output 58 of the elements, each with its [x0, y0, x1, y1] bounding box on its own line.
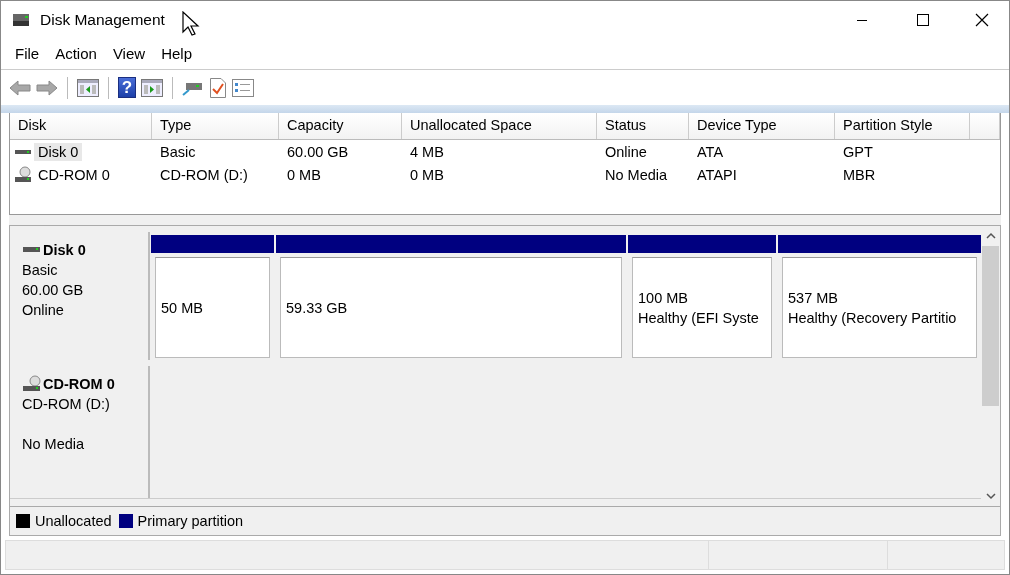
partition-info: 50 MB: [161, 298, 204, 318]
menu-item[interactable]: Action: [47, 45, 105, 62]
table-cell[interactable]: CD-ROM 0: [34, 165, 114, 184]
disk-info: No Media: [22, 435, 86, 454]
mouse-pointer-icon: [181, 10, 200, 37]
table-cell: ATA: [697, 143, 724, 160]
menu-item[interactable]: Help: [153, 45, 200, 62]
table-cell: ATAPI: [697, 166, 737, 183]
partition-box[interactable]: 59.33 GB: [280, 257, 622, 358]
table-cell: Basic: [160, 143, 196, 160]
legend-label: Unallocated: [35, 513, 112, 529]
disk-name: CD-ROM 0: [43, 375, 115, 394]
menu-item[interactable]: File: [7, 45, 48, 62]
partition-box[interactable]: 100 MB Healthy (EFI Syste: [632, 257, 772, 358]
table-cell: 60.00 GB: [287, 143, 349, 160]
partition-box[interactable]: 537 MB Healthy (Recovery Partitio: [782, 257, 977, 358]
scroll-up-icon[interactable]: [985, 232, 996, 240]
pane-icon[interactable]: [141, 78, 163, 97]
disk-info: 60.00 GB: [22, 281, 85, 300]
column-header[interactable]: Partition Style: [835, 113, 970, 139]
partition-box[interactable]: 50 MB: [155, 257, 270, 358]
checked-document-icon[interactable]: [209, 77, 227, 98]
column-header[interactable]: Disk: [10, 113, 152, 139]
table-cell: GPT: [843, 143, 873, 160]
table-cell: CD-ROM (D:): [160, 166, 248, 183]
disk-info: CD-ROM (D:): [22, 395, 111, 414]
column-header[interactable]: Type: [152, 113, 279, 139]
disk-info: Basic: [22, 261, 59, 280]
column-header[interactable]: Capacity: [279, 113, 402, 139]
scroll-down-icon[interactable]: [985, 492, 996, 500]
column-header[interactable]: Status: [597, 113, 689, 139]
partition-info: Healthy (Recovery Partitio: [788, 308, 958, 328]
checklist-icon[interactable]: [232, 78, 254, 97]
partition-info: 59.33 GB: [286, 298, 349, 318]
partition-info: 537 MB: [788, 288, 839, 308]
disk-name: Disk 0: [43, 241, 86, 260]
partition-info: 100 MB: [638, 288, 689, 308]
disk-info: Online: [22, 301, 65, 320]
menu-item[interactable]: View: [104, 45, 154, 62]
cd-drive-icon: [22, 375, 42, 393]
disk-drive-icon: [22, 245, 42, 255]
table-cell: Online: [605, 143, 647, 160]
help-button[interactable]: ?: [118, 77, 136, 98]
partition-info: Healthy (EFI Syste: [638, 308, 760, 328]
table-cell: 0 MB: [410, 166, 444, 183]
table-cell: No Media: [605, 166, 668, 183]
legend-label: Primary partition: [137, 513, 244, 529]
column-header[interactable]: Device Type: [689, 113, 835, 139]
disk-drive-icon: [11, 11, 31, 28]
table-cell: MBR: [843, 166, 876, 183]
header-filler: [970, 113, 1000, 139]
table-cell: 4 MB: [410, 143, 444, 160]
column-header[interactable]: Unallocated Space: [402, 113, 597, 139]
table-cell[interactable]: Disk 0: [34, 142, 83, 161]
table-cell: 0 MB: [287, 166, 321, 183]
pane-icon[interactable]: [77, 78, 99, 97]
window-title: Disk Management: [40, 10, 165, 29]
cd-drive-icon: [14, 165, 32, 184]
